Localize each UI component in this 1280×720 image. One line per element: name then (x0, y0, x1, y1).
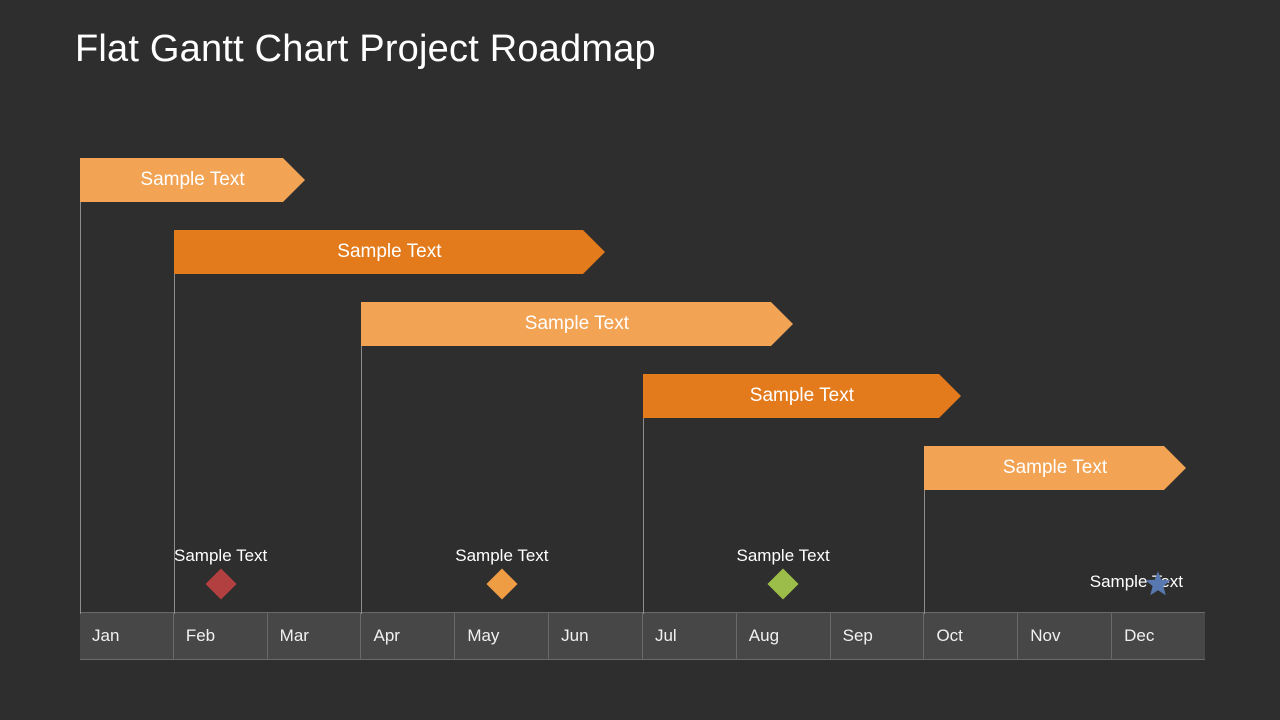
slide: Flat Gantt Chart Project Roadmap JanFebM… (0, 0, 1280, 720)
gantt-bar-label: Sample Text (750, 385, 854, 407)
month-cell: May (455, 613, 549, 659)
arrow-right-icon (583, 230, 605, 274)
gantt-bar: Sample Text (361, 302, 792, 346)
diamond-icon (768, 568, 799, 599)
month-axis: JanFebMarAprMayJunJulAugSepOctNovDec (80, 612, 1205, 660)
arrow-right-icon (939, 374, 961, 418)
month-cell: Aug (737, 613, 831, 659)
arrow-right-icon (771, 302, 793, 346)
page-title: Flat Gantt Chart Project Roadmap (75, 28, 656, 71)
month-cell: Dec (1112, 613, 1205, 659)
month-cell: Sep (831, 613, 925, 659)
gantt-bar-label: Sample Text (337, 241, 441, 263)
diamond-icon (205, 568, 236, 599)
gantt-chart: JanFebMarAprMayJunJulAugSepOctNovDec Sam… (80, 140, 1205, 660)
gantt-bar: Sample Text (924, 446, 1187, 490)
gantt-bar: Sample Text (80, 158, 305, 202)
gantt-bar-label: Sample Text (140, 169, 244, 191)
month-cell: Oct (924, 613, 1018, 659)
gantt-bar-label: Sample Text (1003, 457, 1107, 479)
guide-line (643, 418, 644, 614)
month-cell: Nov (1018, 613, 1112, 659)
month-cell: Mar (268, 613, 362, 659)
gantt-bar: Sample Text (643, 374, 962, 418)
diamond-icon (486, 568, 517, 599)
milestone-label: Sample Text (455, 546, 548, 566)
guide-line (361, 346, 362, 614)
month-cell: Jun (549, 613, 643, 659)
guide-line (80, 202, 81, 614)
month-cell: Jul (643, 613, 737, 659)
gantt-bar: Sample Text (174, 230, 605, 274)
month-cell: Jan (80, 613, 174, 659)
month-cell: Feb (174, 613, 268, 659)
star-icon (1143, 569, 1173, 604)
gantt-bar-label: Sample Text (525, 313, 629, 335)
arrow-right-icon (283, 158, 305, 202)
guide-line (924, 490, 925, 614)
month-cell: Apr (361, 613, 455, 659)
arrow-right-icon (1164, 446, 1186, 490)
milestone-label: Sample Text (174, 546, 267, 566)
milestone-label: Sample Text (737, 546, 830, 566)
